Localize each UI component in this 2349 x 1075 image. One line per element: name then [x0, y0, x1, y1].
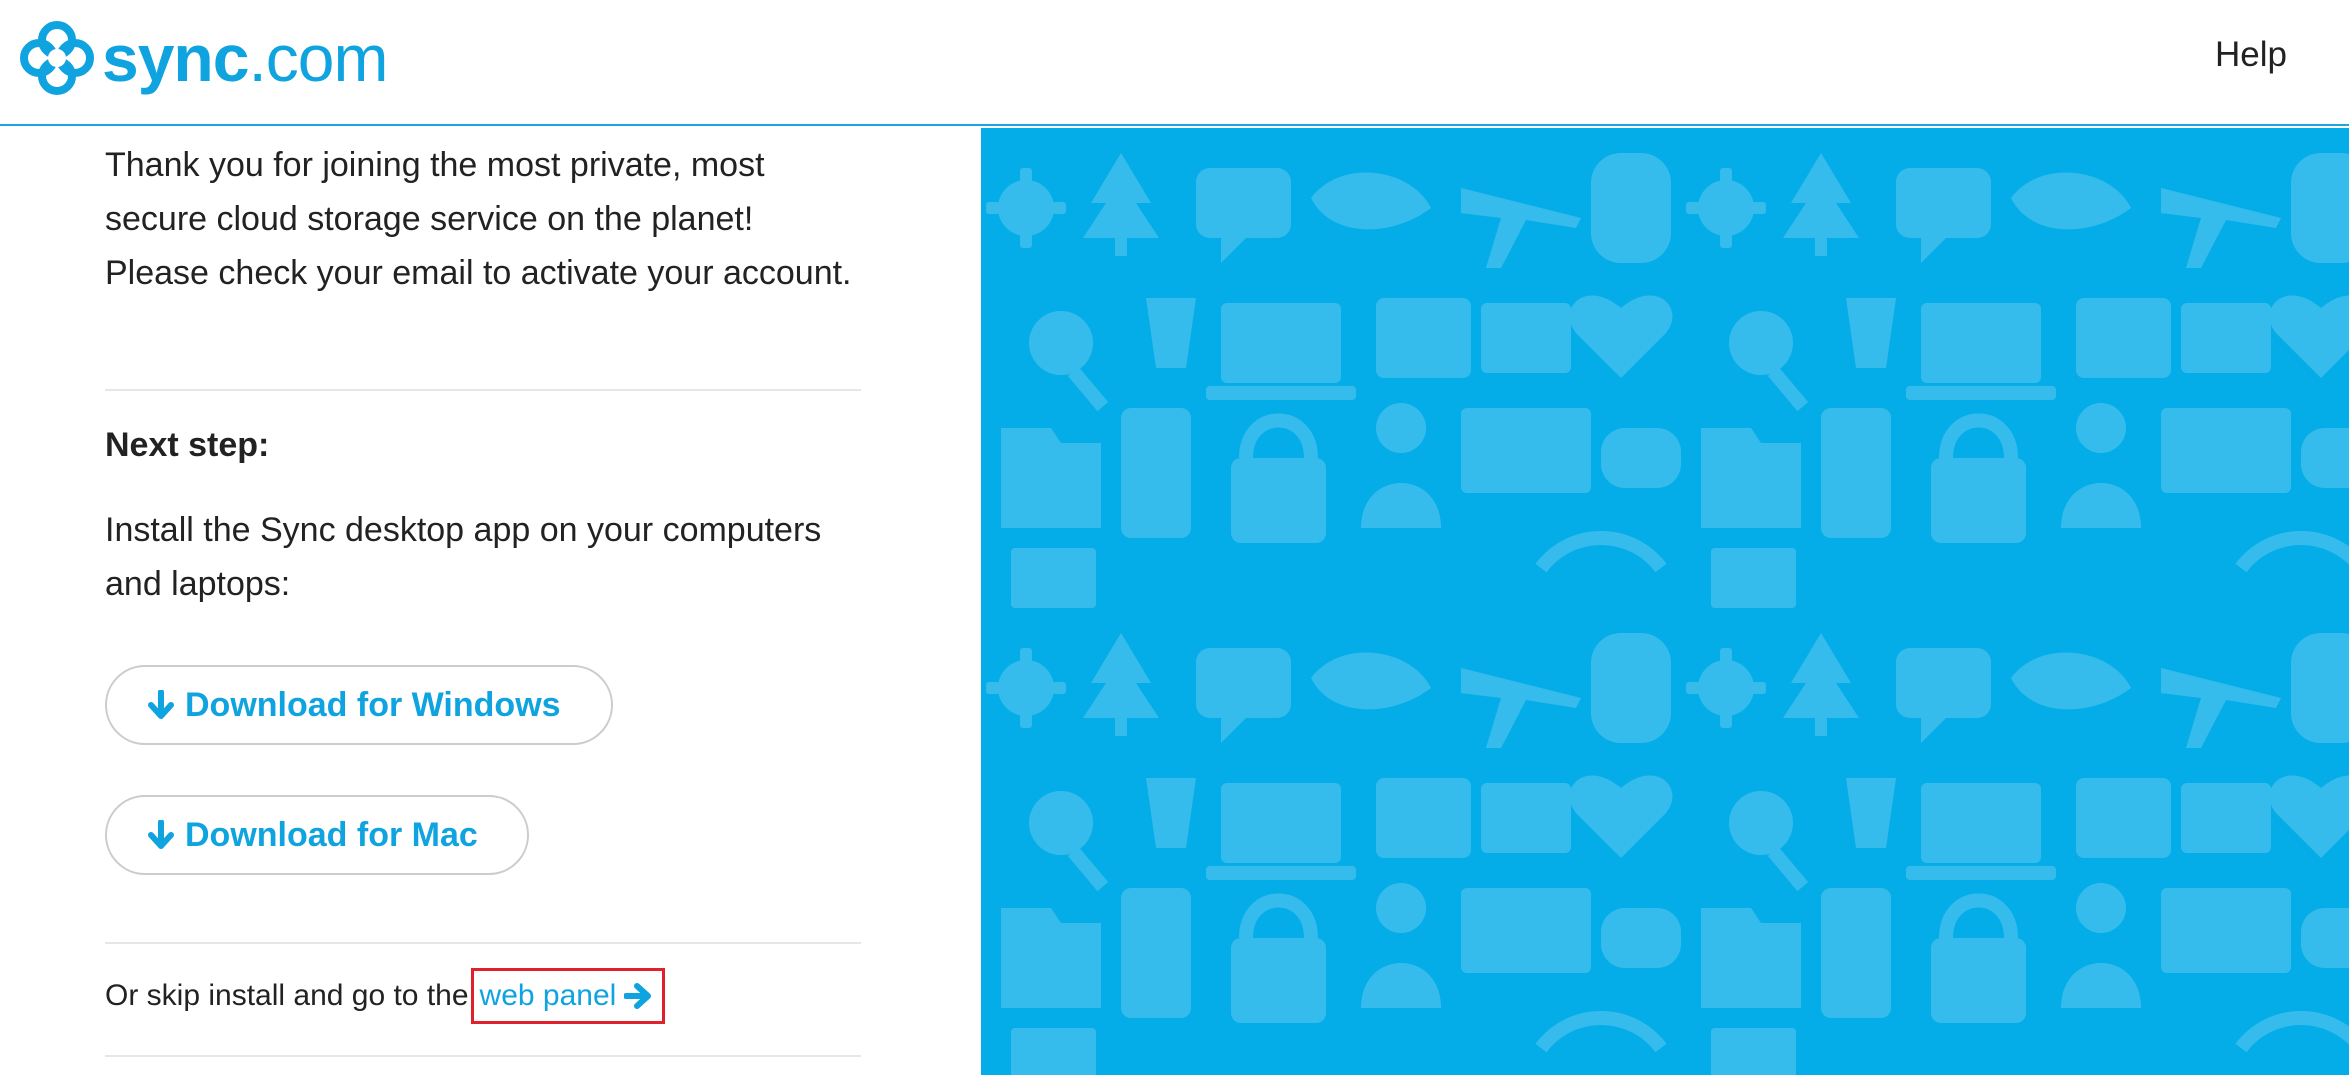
sync-logo-icon [20, 21, 94, 95]
web-panel-label: web panel [479, 979, 617, 1012]
web-panel-link[interactable]: web panel [470, 968, 666, 1024]
skip-install-row: Or skip install and go to the web panel [105, 968, 666, 1024]
intro-text: Thank you for joining the most private, … [105, 146, 852, 292]
icon-pattern-background [981, 128, 2349, 1075]
help-link[interactable]: Help [2215, 32, 2287, 78]
download-mac-button[interactable]: Download for Mac [105, 795, 529, 875]
divider [105, 942, 861, 944]
download-mac-label: Download for Mac [185, 815, 478, 854]
install-text: Install the Sync desktop app on your com… [105, 511, 822, 603]
signup-confirmation-panel: Thank you for joining the most private, … [0, 128, 981, 1075]
arrow-down-icon [148, 820, 174, 849]
skip-install-text: Or skip install and go to the [105, 979, 469, 1012]
site-header: sync.com Help [0, 0, 2349, 126]
divider [105, 1055, 861, 1057]
decorative-icon-pattern-panel [981, 128, 2349, 1075]
arrow-right-icon [624, 983, 652, 1009]
logo-wordmark: sync.com [102, 21, 388, 95]
arrow-down-icon [148, 690, 174, 719]
next-step-heading: Next step: [105, 426, 270, 464]
download-windows-label: Download for Windows [185, 685, 561, 724]
sync-logo[interactable]: sync.com [16, 18, 388, 98]
download-windows-button[interactable]: Download for Windows [105, 665, 613, 745]
divider [105, 389, 861, 391]
